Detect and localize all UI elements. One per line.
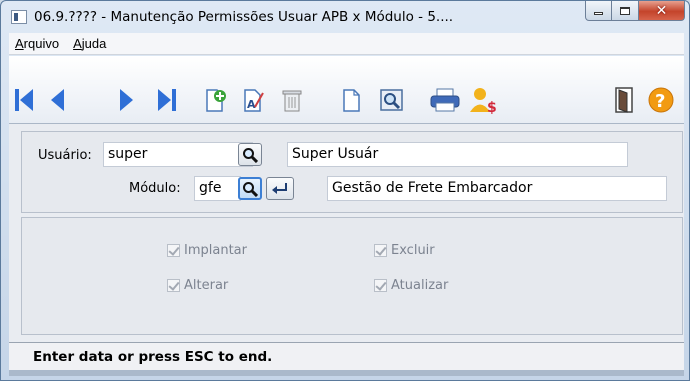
checkbox-check-icon: [167, 279, 180, 292]
menu-bar: Arquivo Ajuda: [9, 33, 684, 55]
checkbox-check-icon: [374, 279, 387, 292]
new-record-button[interactable]: [203, 86, 229, 114]
window-title: 06.9.???? - Manutenção Permissões Usuar …: [34, 9, 454, 25]
minimize-icon: [594, 12, 603, 15]
exit-door-icon: [615, 87, 633, 113]
print-icon: [430, 88, 460, 112]
zoom-search-button[interactable]: [379, 86, 405, 114]
first-record-button[interactable]: [11, 86, 37, 114]
alterar-label: Alterar: [184, 278, 229, 293]
window-controls: ✕: [585, 1, 685, 23]
checkbox-check-icon: [374, 244, 387, 257]
toolbar: A $ ?: [9, 56, 684, 124]
checkbox-check-icon: [167, 244, 180, 257]
atualizar-checkbox[interactable]: Atualizar: [374, 278, 448, 293]
menu-arquivo-mnemonic: A: [15, 36, 24, 51]
menu-arquivo[interactable]: Arquivo: [9, 36, 67, 51]
alterar-checkbox[interactable]: Alterar: [167, 278, 228, 293]
next-record-icon: [120, 89, 133, 111]
excluir-label: Excluir: [391, 243, 435, 258]
last-record-icon: [158, 89, 176, 111]
modulo-description: Gestão de Frete Embarcador: [327, 176, 667, 201]
menu-ajuda-label: juda: [81, 36, 107, 51]
delete-record-button[interactable]: [279, 86, 305, 114]
app-window: 06.9.???? - Manutenção Permissões Usuar …: [0, 0, 690, 381]
window-bottom-edge: [9, 370, 684, 376]
users-money-button[interactable]: $: [469, 86, 501, 114]
svg-text:$: $: [487, 100, 497, 114]
title-bar: 06.9.???? - Manutenção Permissões Usuar …: [1, 1, 689, 33]
status-bar: Enter data or press ESC to end.: [9, 342, 684, 370]
zoom-search-icon: [380, 89, 403, 111]
first-record-icon: [15, 89, 33, 111]
usuario-label: Usuário:: [38, 148, 92, 163]
status-message: Enter data or press ESC to end.: [33, 348, 273, 365]
zoom-icon: [243, 181, 258, 197]
enter-return-icon: [272, 182, 287, 194]
close-button[interactable]: ✕: [639, 1, 685, 21]
modulo-label: Módulo:: [129, 181, 181, 196]
implantar-label: Implantar: [184, 243, 247, 258]
permissions-panel: Implantar Excluir Alterar Atualizar: [21, 217, 683, 335]
new-record-icon: [206, 89, 226, 112]
selection-panel: Usuário: super Super Usuár Módulo: gfe G…: [21, 131, 683, 213]
zoom-icon: [243, 147, 258, 163]
svg-text:?: ?: [655, 91, 665, 112]
atualizar-label: Atualizar: [391, 278, 449, 293]
usuario-description: Super Usuár: [287, 142, 628, 167]
close-icon: ✕: [655, 2, 668, 19]
usuario-field[interactable]: super: [103, 142, 253, 167]
maximize-button[interactable]: [612, 1, 639, 21]
help-icon: ?: [648, 87, 674, 113]
help-button[interactable]: ?: [646, 86, 676, 114]
next-record-button[interactable]: [113, 86, 139, 114]
modulo-zoom-button[interactable]: [238, 177, 262, 200]
delete-record-icon: [282, 90, 302, 112]
previous-record-button[interactable]: [45, 86, 71, 114]
app-window-icon: [11, 10, 27, 24]
maximize-icon: [620, 6, 630, 15]
implantar-checkbox[interactable]: Implantar: [167, 243, 247, 258]
edit-record-icon: A: [244, 89, 264, 112]
usuario-zoom-button[interactable]: [238, 143, 262, 166]
edit-record-button[interactable]: A: [241, 86, 267, 114]
blank-document-button[interactable]: [339, 86, 365, 114]
modulo-field[interactable]: gfe: [194, 176, 241, 201]
menu-ajuda-mnemonic: A: [73, 36, 82, 51]
menu-ajuda[interactable]: Ajuda: [67, 36, 114, 51]
exit-button[interactable]: [611, 86, 637, 114]
minimize-button[interactable]: [585, 1, 612, 21]
excluir-checkbox[interactable]: Excluir: [374, 243, 435, 258]
menu-arquivo-label: rquivo: [23, 36, 60, 51]
blank-document-icon: [343, 89, 360, 112]
svg-text:A: A: [247, 98, 256, 111]
modulo-return-button[interactable]: [266, 177, 294, 200]
users-money-icon: $: [470, 88, 497, 114]
last-record-button[interactable]: [154, 86, 180, 114]
previous-record-icon: [51, 89, 64, 111]
print-button[interactable]: [429, 86, 461, 114]
